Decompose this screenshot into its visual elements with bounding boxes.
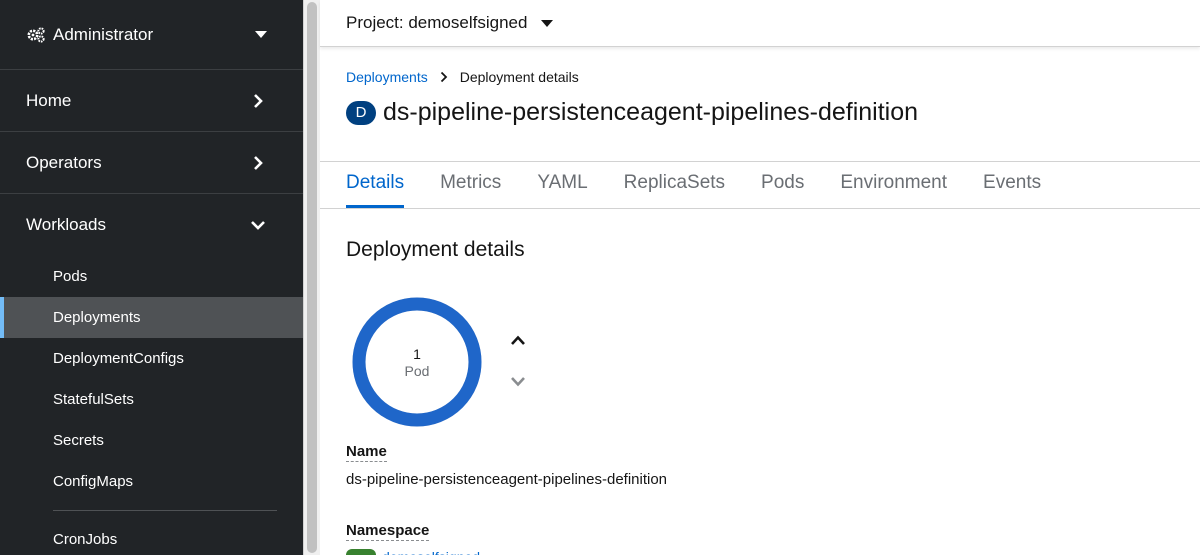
breadcrumb-current: Deployment details [459,69,579,85]
page-title: ds-pipeline-persistenceagent-pipelines-d… [383,98,919,126]
sidebar-item-statefulsets[interactable]: StatefulSets [0,379,303,420]
sidebar-nav: Administrator Home Operators Workloads P… [0,0,303,555]
resource-kind-badge: D [346,100,376,125]
project-selector-label[interactable]: Project: demoselfsigned [346,13,527,33]
sidebar-item-configmaps[interactable]: ConfigMaps [0,461,303,502]
sidebar-item-deploymentconfigs[interactable]: DeploymentConfigs [0,338,303,379]
scrollbar-thumb[interactable] [307,2,317,553]
sidebar-section-label: Home [26,90,72,110]
sidebar-item-pods[interactable]: Pods [0,256,303,297]
name-label: Name [346,443,387,462]
tab-metrics[interactable]: Metrics [440,162,501,208]
tab-environment[interactable]: Environment [840,162,947,208]
breadcrumb-deployments-link[interactable]: Deployments [346,69,428,85]
sidebar-section-label: Operators [26,152,102,172]
tab-events[interactable]: Events [983,162,1041,208]
sidebar-item-secrets[interactable]: Secrets [0,420,303,461]
pod-ring-label: 1 Pod [351,296,483,428]
sidebar-section-label: Workloads [26,215,106,234]
sidebar-scrollbar[interactable] [303,0,320,555]
perspective-label: Administrator [53,24,154,44]
tab-details[interactable]: Details [346,162,405,208]
pod-unit: Pod [404,362,430,379]
project-bar: Project: demoselfsigned [320,0,1200,47]
sidebar-section-home[interactable]: Home [0,70,303,132]
gears-icon [26,25,46,45]
chevron-down-icon [251,218,265,232]
breadcrumb: Deployments Deployment details [346,69,579,85]
sidebar-section-workloads[interactable]: Workloads [0,194,303,256]
tab-yaml[interactable]: YAML [537,162,587,208]
name-value: ds-pipeline-persistenceagent-pipelines-d… [346,471,668,488]
namespace-badge [346,549,376,555]
sidebar-item-deployments[interactable]: Deployments [0,297,303,338]
chevron-right-icon [251,93,265,108]
sidebar-section-operators[interactable]: Operators [0,132,303,194]
divider [53,510,277,511]
section-title: Deployment details [346,238,525,261]
decrease-pod-count-icon[interactable] [510,376,526,388]
namespace-label: Namespace [346,522,430,541]
pod-count: 1 [413,345,421,362]
namespace-link[interactable]: demoselfsigned [382,549,480,555]
tab-replicasets[interactable]: ReplicaSets [624,162,725,208]
workloads-submenu: Pods Deployments DeploymentConfigs State… [0,256,303,555]
page-heading: D ds-pipeline-persistenceagent-pipelines… [346,98,918,127]
sidebar-item-cronjobs[interactable]: CronJobs [0,519,303,555]
increase-pod-count-icon[interactable] [510,334,526,346]
tab-bar: Details Metrics YAML ReplicaSets Pods En… [346,162,1077,208]
divider [320,208,1200,209]
chevron-right-icon [251,155,265,170]
chevron-right-icon [440,71,448,83]
caret-down-icon [255,31,267,38]
perspective-switcher[interactable]: Administrator [0,0,303,70]
pod-ring-chart: 1 Pod [351,296,483,428]
tab-pods[interactable]: Pods [761,162,804,208]
caret-down-icon[interactable] [541,19,554,27]
main-content: Project: demoselfsigned Deployments Depl… [320,0,1200,555]
